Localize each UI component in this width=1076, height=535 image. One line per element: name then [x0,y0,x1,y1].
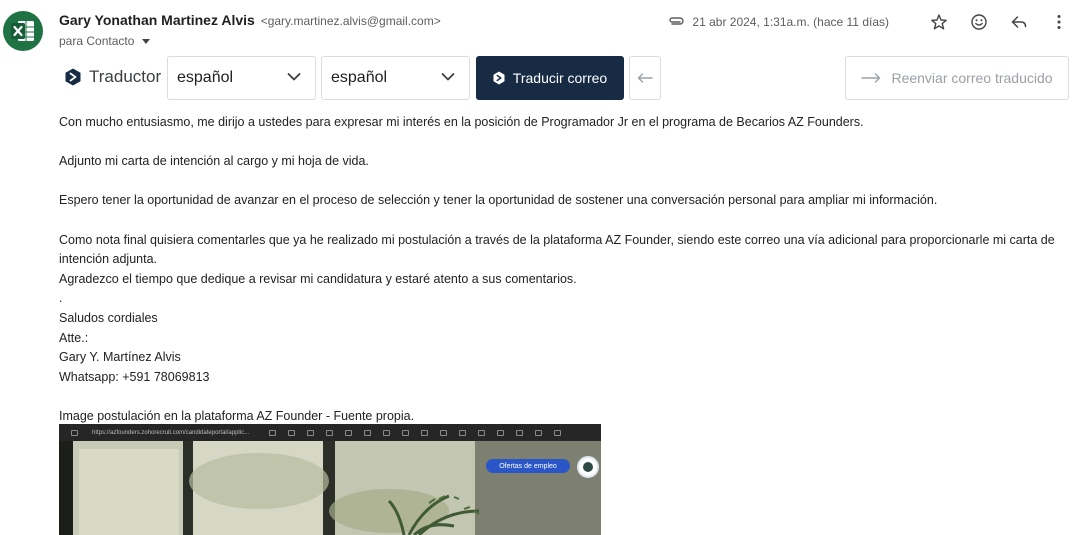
body-line: Adjunto mi carta de intención al cargo y… [59,154,369,169]
forward-translated-button[interactable]: Reenviar correo traducido [845,56,1069,100]
source-language-value: español [177,69,234,86]
embedded-url: https://azfounders.zohorecruit.com/candi… [92,429,250,436]
star-icon [931,14,947,30]
body-line: Gary Y. Martínez Alvis [59,350,181,365]
window-plant-photo [59,441,601,535]
toolbar-icon [478,429,486,436]
target-language-select[interactable]: español [321,56,470,100]
more-vert-icon [1057,15,1061,29]
excel-icon [11,21,34,41]
job-offers-button: Ofertas de empleo [486,459,570,473]
body-line [59,133,1059,153]
sender-email: <gary.martinez.alvis@gmail.com> [260,14,441,28]
body-line: Atte.: [59,330,89,345]
emoji-icon [971,14,987,30]
body-line: Como nota final quisiera comentarles que… [59,232,1055,267]
body-line: Espero tener la oportunidad de avanzar e… [59,193,938,208]
message-meta: 21 abr 2024, 1:31a.m. (hace 11 días) [668,12,1069,32]
translate-email-button[interactable]: Traducir correo [476,56,624,100]
arrow-left-icon [637,73,653,83]
message-header: Gary Yonathan Martinez Alvis <gary.marti… [59,12,1069,52]
deepl-icon [493,71,505,85]
body-line [59,387,1059,407]
toolbar-icon [402,429,410,436]
emoji-reaction-button[interactable] [969,12,989,32]
toolbar-icon [535,429,543,436]
translator-label: Traductor [89,67,162,86]
body-line [59,172,1059,192]
toolbar-icon [269,429,277,436]
toolbar-icon [364,429,372,436]
body-line: Agradezco el tiempo que dedique a revisa… [59,271,577,286]
message-body: Con mucho entusiasmo, me dirijo a ustede… [59,113,1059,427]
toolbar-icon [497,429,505,436]
recipient-dropdown-icon[interactable] [142,38,151,44]
toolbar-icon [554,429,562,436]
recipient-label: para Contacto [59,34,135,48]
more-options-button[interactable] [1049,12,1069,32]
toolbar-icon [288,429,296,436]
sender-name[interactable]: Gary Yonathan Martinez Alvis [59,12,255,28]
sender-avatar[interactable] [3,11,43,51]
body-line: Saludos cordiales [59,310,158,325]
toolbar-icon [459,429,467,436]
forward-translated-label: Reenviar correo traducido [891,70,1053,86]
embedded-toolbar-icons [269,429,562,436]
deepl-icon [65,68,81,86]
recipient-line[interactable]: para Contacto [59,34,151,48]
body-line: . [59,291,63,306]
message-date: 21 abr 2024, 1:31a.m. (hace 11 días) [692,15,889,29]
sender-line: Gary Yonathan Martinez Alvis <gary.marti… [59,12,441,28]
translator-bar: Traductor español español Traducir corre… [59,56,1069,100]
attachment-icon [669,17,685,25]
body-line [59,211,1059,231]
source-language-select[interactable]: español [167,56,316,100]
toolbar-icon [421,429,429,436]
toolbar-icon [440,429,448,436]
lock-icon [71,429,78,436]
body-line: Whatsapp: +591 78069813 [59,369,210,384]
chevron-down-icon [287,73,301,81]
body-line: Con mucho entusiasmo, me dirijo a ustede… [59,115,864,129]
chevron-down-icon [441,73,455,81]
arrow-right-icon [861,73,881,83]
translate-email-label: Traducir correo [512,70,608,86]
embedded-browser-bar: https://azfounders.zohorecruit.com/candi… [59,424,601,441]
profile-avatar [577,456,599,478]
reply-icon [1011,16,1027,28]
toolbar-icon [383,429,391,436]
toolbar-icon [345,429,353,436]
embedded-image[interactable]: https://azfounders.zohorecruit.com/candi… [59,424,601,535]
star-button[interactable] [929,12,949,32]
toolbar-icon [516,429,524,436]
target-language-value: español [331,69,388,86]
toolbar-icon [307,429,315,436]
back-button[interactable] [629,56,661,100]
reply-button[interactable] [1009,12,1029,32]
toolbar-icon [326,429,334,436]
translator-logo: Traductor [65,67,161,87]
